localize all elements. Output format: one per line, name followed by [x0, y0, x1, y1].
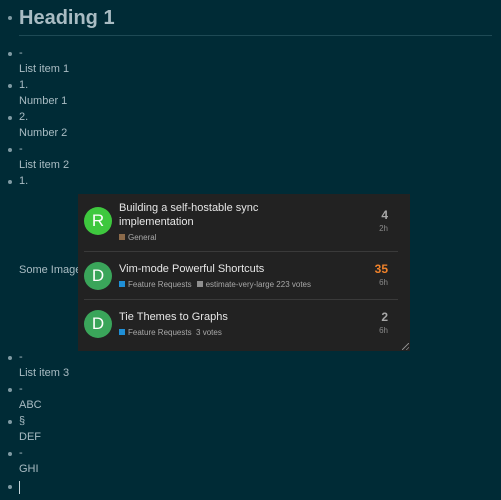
- list-item-marker: 1.: [19, 79, 29, 91]
- user-avatar[interactable]: R: [84, 207, 112, 235]
- category-color-square: [119, 329, 125, 335]
- text-cursor[interactable]: [19, 481, 20, 494]
- avatar-letter: D: [91, 266, 105, 285]
- avatar-letter: R: [91, 211, 105, 230]
- list-bullet[interactable]: [8, 388, 12, 392]
- category-label[interactable]: Feature Requests: [128, 328, 192, 337]
- tag-square: [196, 281, 203, 287]
- topic-meta: General: [119, 233, 156, 243]
- user-avatar[interactable]: D: [84, 310, 112, 338]
- list-item-marker: 2.: [19, 111, 29, 123]
- topic-meta: Feature Requests 3 votes: [119, 328, 222, 338]
- embedded-topic-list: R Building a self-hostable sync implemen…: [78, 194, 410, 351]
- vote-count: 3 votes: [196, 328, 222, 337]
- avatar-letter: D: [91, 314, 105, 333]
- list-item-marker: -: [19, 447, 23, 459]
- list-bullet[interactable]: [8, 180, 12, 184]
- topic-row[interactable]: R Building a self-hostable sync implemen…: [78, 194, 410, 252]
- category-label[interactable]: Feature Requests: [128, 280, 192, 289]
- list-item-text[interactable]: List item 2: [19, 159, 69, 172]
- list-item-text[interactable]: Number 2: [19, 127, 67, 140]
- vote-count: 223 votes: [276, 280, 311, 289]
- list-item-text[interactable]: Number 1: [19, 95, 67, 108]
- editor-page: Heading 1 - List item 1 1. Number 1 2. N…: [0, 0, 501, 500]
- list-item-text[interactable]: DEF: [19, 431, 41, 444]
- category-color-square: [119, 234, 125, 240]
- list-bullet[interactable]: [8, 116, 12, 120]
- list-item-marker: 1.: [19, 175, 29, 187]
- list-bullet[interactable]: [8, 148, 12, 152]
- category-label[interactable]: General: [128, 233, 156, 242]
- list-bullet[interactable]: [8, 52, 12, 56]
- reply-count: 35: [374, 262, 388, 276]
- list-item-text[interactable]: GHI: [19, 463, 39, 476]
- list-item-marker: -: [19, 143, 23, 155]
- reply-count: 2: [381, 310, 388, 324]
- topic-title[interactable]: Building a self-hostable sync implementa…: [119, 201, 319, 229]
- tag-label[interactable]: estimate-very-large: [206, 280, 274, 289]
- page-heading[interactable]: Heading 1: [19, 6, 115, 30]
- resize-handle[interactable]: [402, 343, 409, 350]
- list-item-marker: -: [19, 47, 23, 59]
- topic-title[interactable]: Vim-mode Powerful Shortcuts: [119, 262, 319, 276]
- list-bullet[interactable]: [8, 84, 12, 88]
- list-item-text[interactable]: List item 1: [19, 63, 69, 76]
- list-bullet[interactable]: [8, 452, 12, 456]
- list-item-marker: -: [19, 351, 23, 363]
- topic-age: 6h: [379, 326, 388, 335]
- list-bullet[interactable]: [8, 420, 12, 424]
- list-item-text[interactable]: List item 3: [19, 367, 69, 380]
- topic-row[interactable]: D Tie Themes to Graphs Feature Requests …: [78, 300, 410, 351]
- list-bullet[interactable]: [8, 356, 12, 360]
- list-bullet[interactable]: [8, 485, 12, 489]
- topic-title[interactable]: Tie Themes to Graphs: [119, 310, 319, 324]
- topic-meta: Feature Requests estimate-very-large 223 …: [119, 280, 311, 290]
- image-label: Some Image: [19, 264, 82, 276]
- heading-bullet[interactable]: [8, 16, 12, 20]
- topic-row[interactable]: D Vim-mode Powerful Shortcuts Feature Re…: [78, 252, 410, 300]
- reply-count: 4: [381, 208, 388, 222]
- heading-divider: [19, 35, 492, 36]
- list-item-text[interactable]: ABC: [19, 399, 42, 412]
- list-item-marker: -: [19, 383, 23, 395]
- user-avatar[interactable]: D: [84, 262, 112, 290]
- topic-age: 6h: [379, 278, 388, 287]
- topic-age: 2h: [379, 224, 388, 233]
- category-color-square: [119, 281, 125, 287]
- list-item-marker: §: [19, 415, 26, 427]
